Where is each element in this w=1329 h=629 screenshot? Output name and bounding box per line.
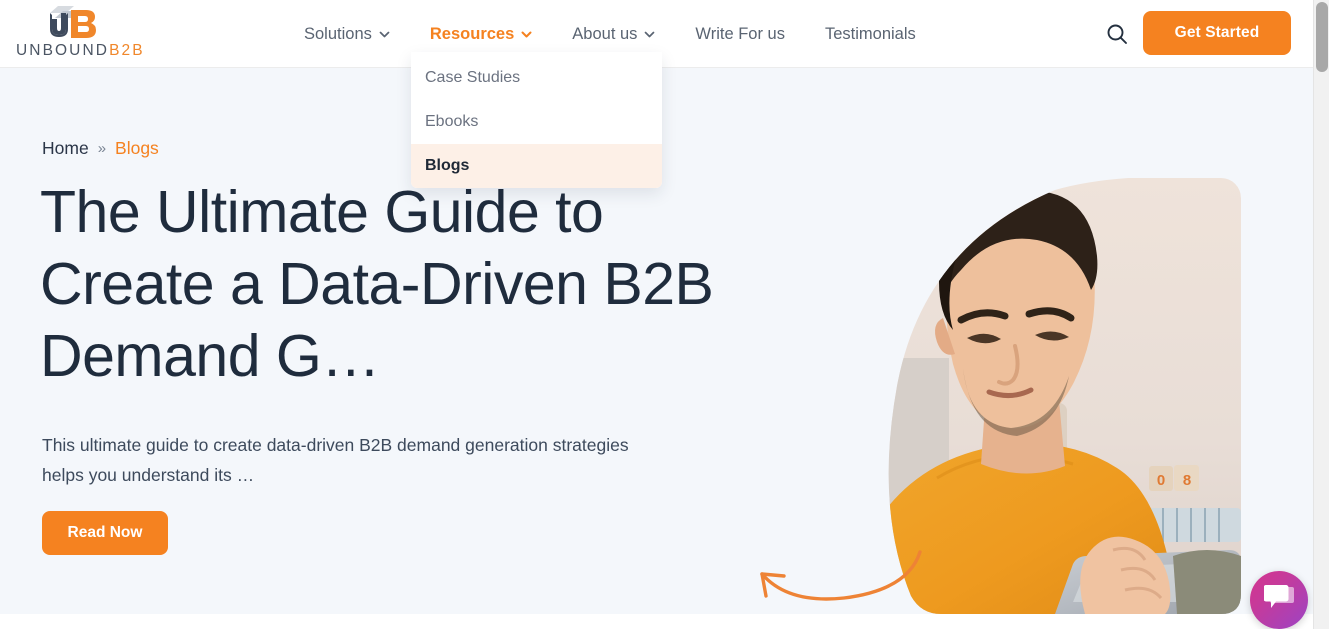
- unbound-ub-logo-icon: [44, 2, 106, 42]
- chat-bubble-icon: [1263, 584, 1294, 617]
- svg-text:0: 0: [1157, 472, 1165, 489]
- page-bottom-strip: [0, 614, 1313, 629]
- breadcrumb-current[interactable]: Blogs: [115, 138, 159, 159]
- dropdown-item-ebooks[interactable]: Ebooks: [411, 100, 662, 144]
- resources-dropdown-menu: Case Studies Ebooks Blogs: [411, 52, 662, 188]
- nav-label-write-for-us: Write For us: [695, 24, 785, 43]
- site-logo[interactable]: UNBOUNDB2B: [16, 2, 151, 59]
- breadcrumb-separator: »: [97, 140, 107, 157]
- breadcrumb: Home » Blogs: [42, 138, 159, 159]
- dropdown-item-case-studies[interactable]: Case Studies: [411, 56, 662, 100]
- scrollbar-thumb[interactable]: [1316, 2, 1328, 72]
- get-started-button[interactable]: Get Started: [1143, 11, 1291, 55]
- nav-label-testimonials: Testimonials: [824, 24, 916, 43]
- nav-item-solutions[interactable]: Solutions: [284, 0, 410, 68]
- search-icon: [1105, 22, 1129, 51]
- breadcrumb-home[interactable]: Home: [42, 138, 89, 159]
- nav-item-testimonials[interactable]: Testimonials: [805, 0, 936, 68]
- chevron-down-icon: [379, 29, 390, 40]
- nav-label-solutions: Solutions: [304, 24, 372, 43]
- page-root: UNBOUNDB2B Solutions Resources About us: [0, 0, 1329, 629]
- nav-label-resources: Resources: [429, 24, 515, 43]
- curved-arrow-left-icon: [748, 546, 928, 606]
- hero-description: This ultimate guide to create data-drive…: [42, 435, 629, 485]
- vertical-scrollbar[interactable]: [1313, 0, 1329, 629]
- logo-text-b2b: B2B: [109, 42, 145, 59]
- logo-text-unbound: UNBOUND: [16, 42, 110, 59]
- search-button[interactable]: [1100, 19, 1134, 53]
- svg-text:8: 8: [1183, 472, 1191, 489]
- nav-item-write-for-us[interactable]: Write For us: [675, 0, 805, 68]
- chevron-down-icon: [644, 29, 655, 40]
- chevron-down-icon: [521, 29, 532, 40]
- dropdown-label-ebooks: Ebooks: [425, 113, 479, 130]
- chat-widget-button[interactable]: [1250, 571, 1308, 629]
- dropdown-item-blogs[interactable]: Blogs: [411, 144, 662, 188]
- hero-image: 0 8: [877, 178, 1241, 614]
- logo-wordmark: UNBOUNDB2B: [16, 43, 145, 59]
- page-title: The Ultimate Guide to Create a Data-Driv…: [40, 179, 714, 389]
- read-now-button[interactable]: Read Now: [42, 511, 168, 555]
- dropdown-label-blogs: Blogs: [425, 157, 470, 174]
- nav-label-about-us: About us: [572, 24, 638, 43]
- dropdown-label-case-studies: Case Studies: [425, 69, 521, 86]
